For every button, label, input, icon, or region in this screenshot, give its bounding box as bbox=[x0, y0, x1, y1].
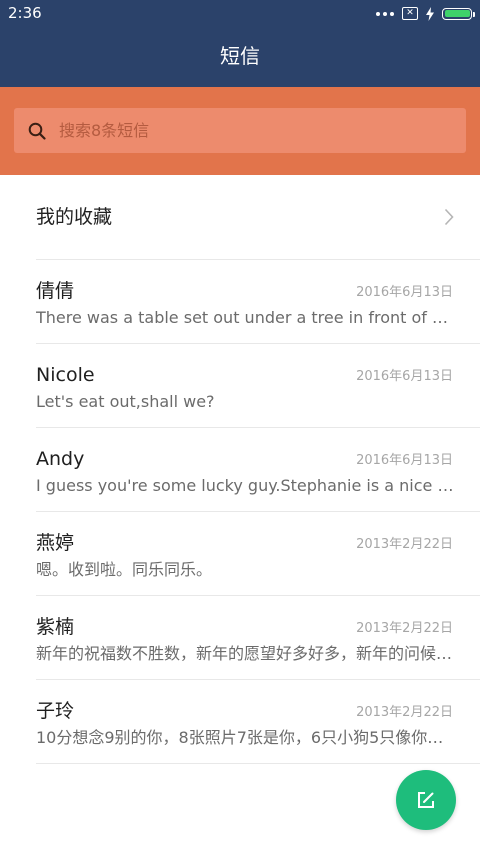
message-sender: 子玲 bbox=[36, 700, 75, 722]
message-sender: 倩倩 bbox=[36, 280, 75, 302]
title-bar: 短信 bbox=[0, 27, 480, 87]
search-input[interactable] bbox=[59, 108, 449, 153]
search-band bbox=[0, 87, 480, 175]
message-row[interactable]: 倩倩 2016年6月13日 There was a table set out … bbox=[0, 260, 480, 344]
compose-icon bbox=[418, 792, 434, 808]
message-row[interactable]: 燕婷 2013年2月22日 嗯。收到啦。同乐同乐。 bbox=[0, 512, 480, 596]
message-preview: I guess you're some lucky guy.Stephanie … bbox=[36, 476, 454, 495]
message-row[interactable]: Andy 2016年6月13日 I guess you're some luck… bbox=[0, 428, 480, 512]
message-row[interactable]: 紫楠 2013年2月22日 新年的祝福数不胜数，新年的愿望好多好多，新年的问候送… bbox=[0, 596, 480, 680]
status-bar: 2:36 ✕ bbox=[0, 0, 480, 27]
status-icons: ✕ bbox=[376, 5, 475, 22]
message-date: 2013年2月22日 bbox=[356, 537, 453, 552]
divider bbox=[36, 763, 480, 764]
search-icon bbox=[28, 122, 46, 140]
message-date: 2016年6月13日 bbox=[356, 453, 453, 468]
charging-bolt-icon bbox=[426, 6, 434, 21]
message-sender: Nicole bbox=[36, 364, 95, 386]
message-preview: 新年的祝福数不胜数，新年的愿望好多好多，新年的问候送给你 bbox=[36, 644, 454, 663]
status-time: 2:36 bbox=[8, 4, 42, 22]
message-preview: Let's eat out,shall we? bbox=[36, 392, 215, 411]
message-preview: There was a table set out under a tree i… bbox=[36, 308, 454, 327]
sim-card-icon: ✕ bbox=[402, 7, 418, 20]
chevron-right-icon bbox=[444, 208, 454, 226]
message-date: 2016年6月13日 bbox=[356, 369, 453, 384]
battery-icon bbox=[442, 7, 475, 20]
message-sender: 紫楠 bbox=[36, 616, 75, 638]
message-date: 2013年2月22日 bbox=[356, 705, 453, 720]
message-row[interactable]: 子玲 2013年2月22日 10分想念9别的你，8张照片7张是你，6只小狗5只像… bbox=[0, 680, 480, 764]
favorites-row[interactable]: 我的收藏 bbox=[0, 175, 480, 259]
message-preview: 嗯。收到啦。同乐同乐。 bbox=[36, 560, 213, 579]
page-title: 短信 bbox=[220, 44, 260, 68]
favorites-label: 我的收藏 bbox=[36, 206, 113, 228]
message-row[interactable]: Nicole 2016年6月13日 Let's eat out,shall we… bbox=[0, 344, 480, 428]
message-sender: Andy bbox=[36, 448, 85, 470]
more-dots-icon bbox=[376, 11, 394, 16]
battery-fill bbox=[444, 10, 470, 17]
message-date: 2016年6月13日 bbox=[356, 285, 453, 300]
message-preview: 10分想念9别的你，8张照片7张是你，6只小狗5只像你，4季想你 bbox=[36, 728, 454, 747]
compose-button[interactable] bbox=[396, 770, 456, 830]
search-box[interactable] bbox=[14, 108, 466, 153]
message-date: 2013年2月22日 bbox=[356, 621, 453, 636]
message-sender: 燕婷 bbox=[36, 532, 75, 554]
